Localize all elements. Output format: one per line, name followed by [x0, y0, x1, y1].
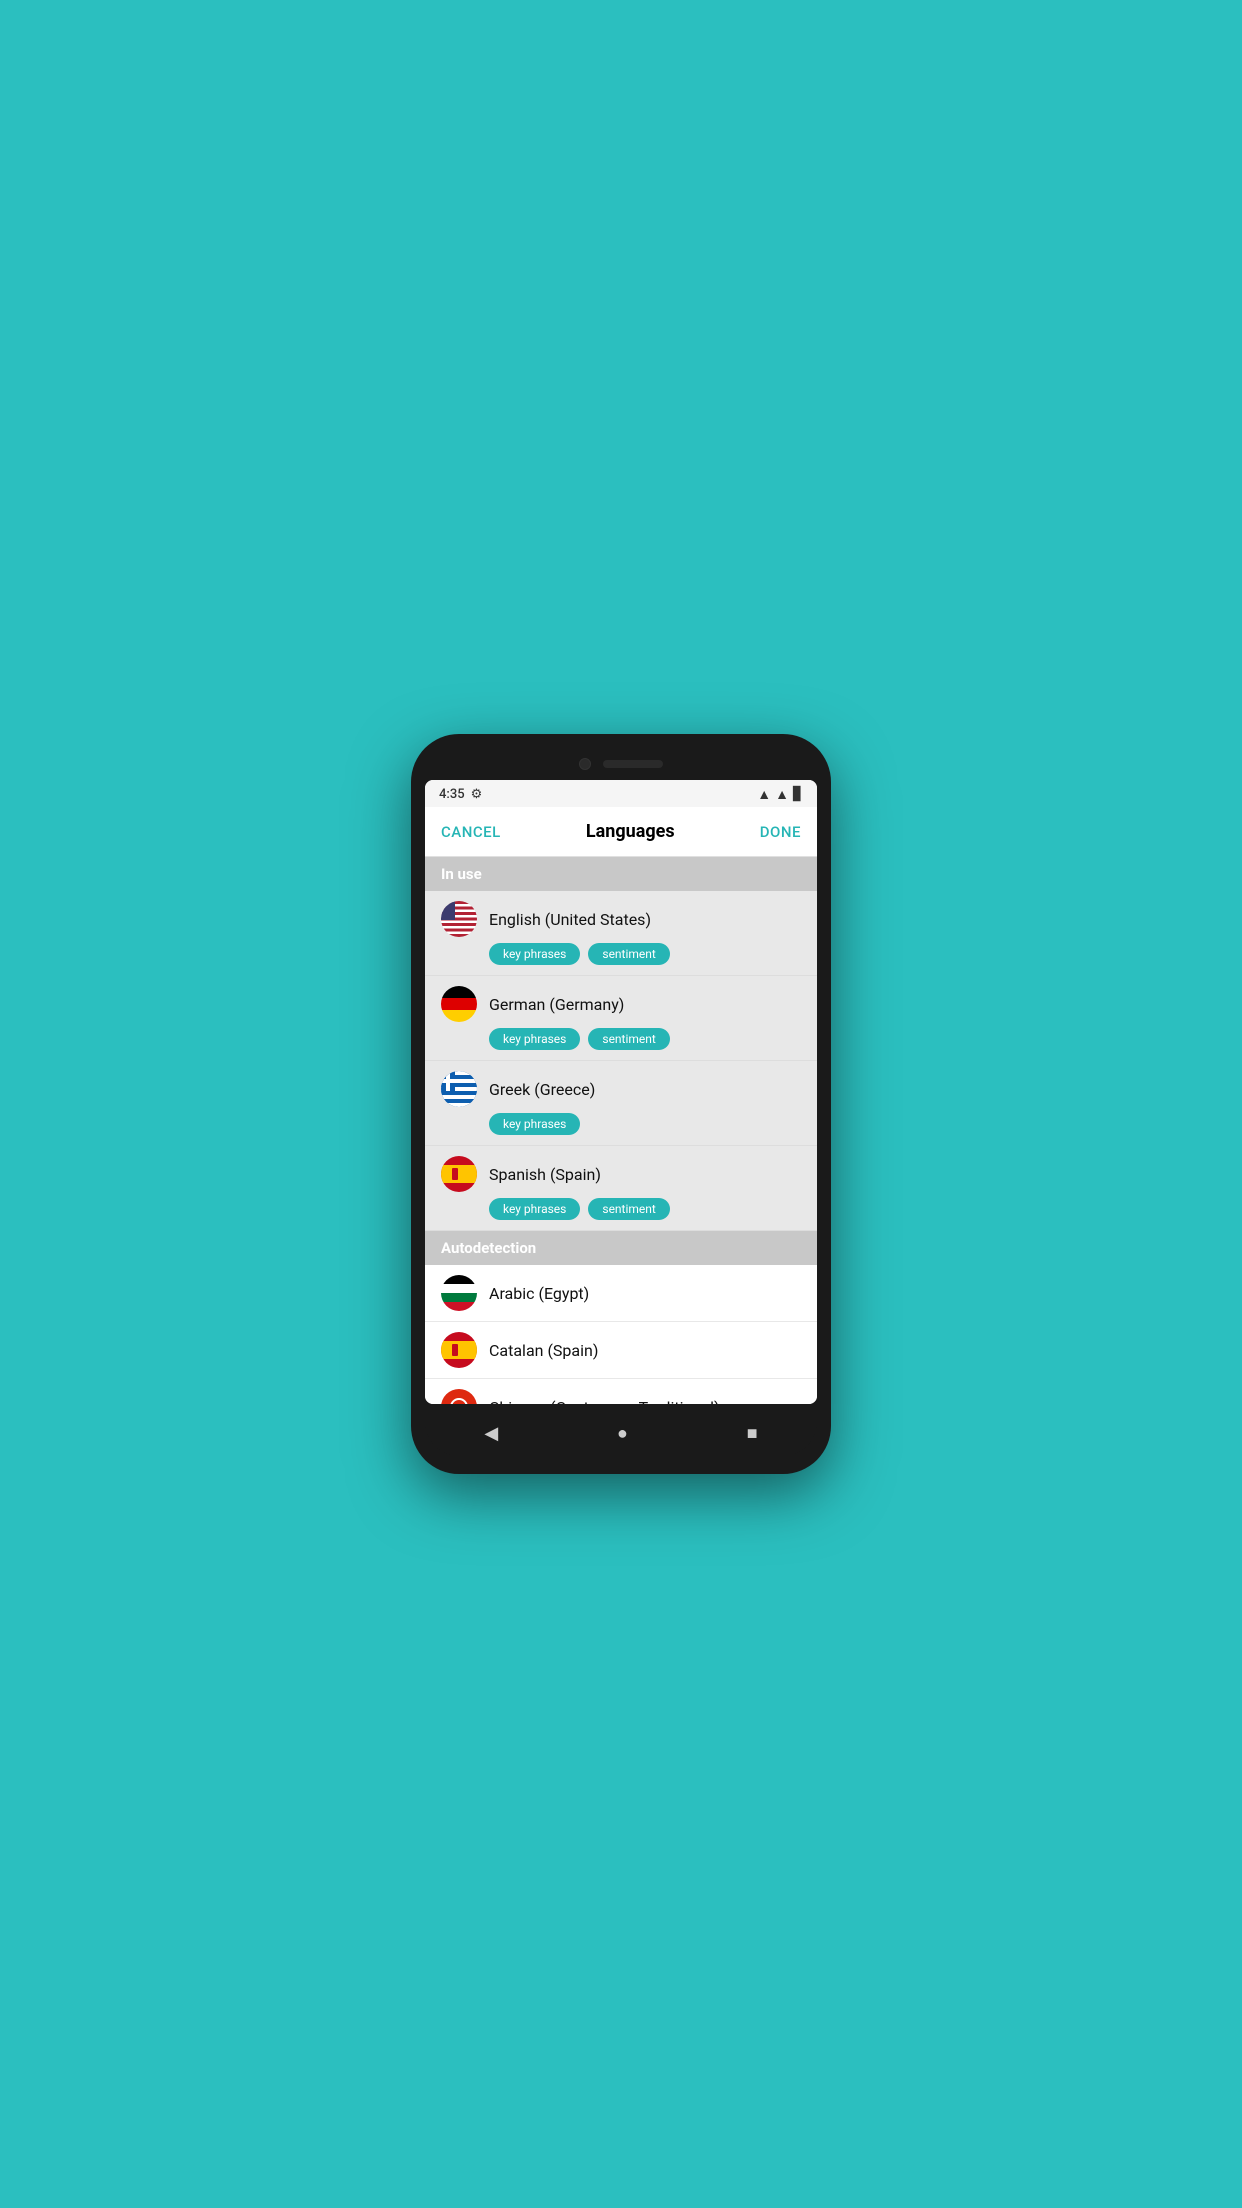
language-row-ar: Arabic (Egypt)	[441, 1275, 801, 1311]
language-row-de: German (Germany)	[441, 986, 801, 1022]
phone-shell: 4:35 ⚙ ▲ ▲ ▊ CANCEL Languages DONE In us…	[411, 734, 831, 1474]
language-name-gr: Greek (Greece)	[489, 1080, 595, 1099]
language-row-es: Spanish (Spain)	[441, 1156, 801, 1192]
language-name-en: English (United States)	[489, 910, 651, 929]
language-row-gr: Greek (Greece)	[441, 1071, 801, 1107]
page-title: Languages	[586, 821, 675, 842]
list-item[interactable]: Arabic (Egypt)	[425, 1265, 817, 1322]
done-button[interactable]: DONE	[760, 823, 801, 841]
signal-icon: ▲	[775, 786, 789, 803]
status-left: 4:35 ⚙	[439, 787, 482, 802]
flag-icon-us	[441, 901, 477, 937]
status-right: ▲ ▲ ▊	[757, 786, 803, 803]
language-name-ca: Catalan (Spain)	[489, 1341, 598, 1360]
tag-sentiment: sentiment	[588, 1198, 669, 1220]
language-row-en: English (United States)	[441, 901, 801, 937]
time-display: 4:35	[439, 787, 465, 802]
list-item[interactable]: German (Germany) key phrases sentiment	[425, 976, 817, 1061]
phone-top-bar	[425, 752, 817, 780]
language-row-zh-hk: Chinese (Cantonese, Traditional)	[441, 1389, 801, 1404]
top-action-bar: CANCEL Languages DONE	[425, 807, 817, 857]
tags-en: key phrases sentiment	[441, 943, 801, 965]
recents-button[interactable]: ■	[747, 1423, 758, 1444]
tag-key-phrases: key phrases	[489, 1198, 580, 1220]
list-item[interactable]: Catalan (Spain)	[425, 1322, 817, 1379]
flag-icon-ca	[441, 1332, 477, 1368]
speaker-icon	[603, 760, 663, 768]
phone-screen: 4:35 ⚙ ▲ ▲ ▊ CANCEL Languages DONE In us…	[425, 780, 817, 1404]
wifi-icon: ▲	[757, 786, 771, 803]
language-name-zh-hk: Chinese (Cantonese, Traditional)	[489, 1398, 720, 1405]
battery-icon: ▊	[793, 787, 803, 802]
phone-nav-bar: ◀ ● ■	[425, 1410, 817, 1456]
tag-sentiment: sentiment	[588, 943, 669, 965]
language-name-es: Spanish (Spain)	[489, 1165, 601, 1184]
flag-icon-ar	[441, 1275, 477, 1311]
language-list: In use English (United States) key phras…	[425, 857, 817, 1404]
tags-es: key phrases sentiment	[441, 1198, 801, 1220]
tags-de: key phrases sentiment	[441, 1028, 801, 1050]
home-button[interactable]: ●	[617, 1423, 628, 1444]
tag-key-phrases: key phrases	[489, 1028, 580, 1050]
tag-sentiment: sentiment	[588, 1028, 669, 1050]
list-item[interactable]: Chinese (Cantonese, Traditional)	[425, 1379, 817, 1404]
language-name-de: German (Germany)	[489, 995, 624, 1014]
tags-gr: key phrases	[441, 1113, 801, 1135]
flag-icon-de	[441, 986, 477, 1022]
language-name-ar: Arabic (Egypt)	[489, 1284, 589, 1303]
status-bar: 4:35 ⚙ ▲ ▲ ▊	[425, 780, 817, 807]
section-header-in-use: In use	[425, 857, 817, 891]
tag-key-phrases: key phrases	[489, 943, 580, 965]
tag-key-phrases: key phrases	[489, 1113, 580, 1135]
camera-icon	[579, 758, 591, 770]
list-item[interactable]: Spanish (Spain) key phrases sentiment	[425, 1146, 817, 1231]
back-button[interactable]: ◀	[484, 1423, 498, 1444]
section-header-autodetection: Autodetection	[425, 1231, 817, 1265]
flag-icon-hk	[441, 1389, 477, 1404]
list-item[interactable]: English (United States) key phrases sent…	[425, 891, 817, 976]
cancel-button[interactable]: CANCEL	[441, 823, 501, 841]
flag-icon-gr	[441, 1071, 477, 1107]
flag-icon-es	[441, 1156, 477, 1192]
settings-icon: ⚙	[471, 787, 483, 802]
language-row-ca: Catalan (Spain)	[441, 1332, 801, 1368]
list-item[interactable]: Greek (Greece) key phrases	[425, 1061, 817, 1146]
